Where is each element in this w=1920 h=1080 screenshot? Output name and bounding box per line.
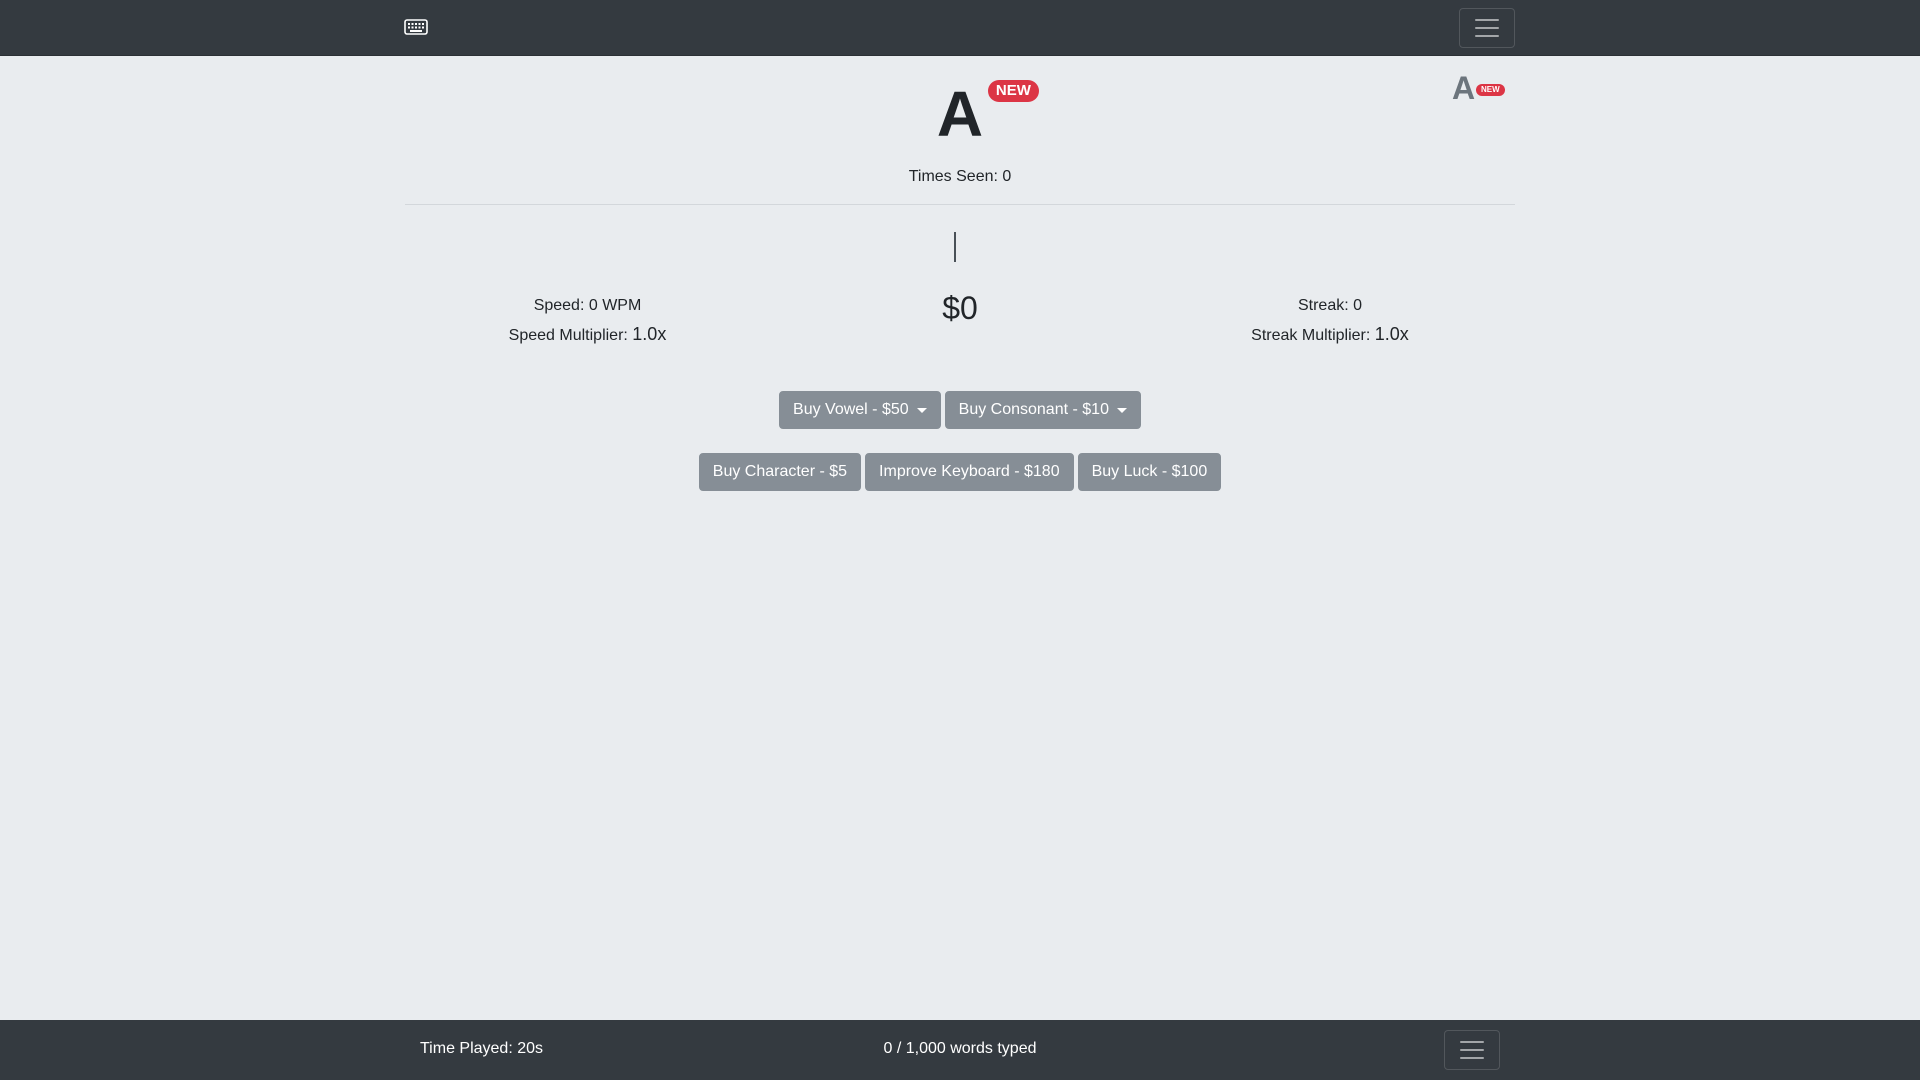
footer-toggle-button[interactable]: [1444, 1030, 1500, 1070]
navbar-toggle-button[interactable]: [1459, 8, 1515, 48]
corner-new-badge: NEW: [1476, 84, 1505, 96]
buy-luck-button[interactable]: Buy Luck - $100: [1077, 453, 1222, 491]
streak-multiplier-label: Streak Multiplier:: [1251, 327, 1371, 344]
speed-multiplier-label: Speed Multiplier:: [508, 327, 628, 344]
buy-vowel-label: Buy Vowel - $50: [793, 401, 909, 418]
corner-character: A: [1452, 70, 1476, 106]
hamburger-line: [1460, 1049, 1484, 1051]
times-seen-label: Times Seen: 0: [908, 168, 1012, 185]
hamburger-line: [1475, 35, 1499, 37]
buy-consonant-dropdown[interactable]: Buy Consonant - $10: [944, 391, 1141, 429]
keyboard-icon[interactable]: [404, 18, 428, 36]
caret-down-icon: [1116, 407, 1127, 413]
buy-character-button[interactable]: Buy Character - $5: [698, 453, 862, 491]
buy-vowel-dropdown[interactable]: Buy Vowel - $50: [779, 391, 941, 429]
improve-keyboard-button[interactable]: Improve Keyboard - $180: [865, 453, 1074, 491]
divider: [405, 204, 1515, 205]
footer-bar: Time Played: 20s 0 / 1,000 words typed: [0, 1020, 1920, 1080]
buy-consonant-label: Buy Consonant - $10: [958, 401, 1109, 418]
hamburger-line: [1460, 1057, 1484, 1059]
shop-row-buttons: Buy Character - $5 Improve Keyboard - $1…: [405, 453, 1515, 491]
shop-row-dropdowns: Buy Vowel - $50 Buy Consonant - $10: [405, 391, 1515, 429]
hamburger-line: [1475, 27, 1499, 29]
streak-multiplier: Streak Multiplier: 1.0x: [1145, 320, 1515, 350]
corner-character-indicator: A NEW: [1448, 70, 1508, 110]
current-character-display: A NEW: [405, 80, 1515, 146]
character-letter: A: [936, 78, 984, 150]
streak-stats: Streak: 0 Streak Multiplier: 1.0x: [1145, 292, 1515, 350]
caret-down-icon: [916, 407, 927, 413]
top-navbar: [0, 0, 1920, 56]
hamburger-menu-icon: [1475, 19, 1499, 21]
words-typed-progress: 0 / 1,000 words typed: [883, 1040, 1037, 1057]
new-badge: NEW: [987, 80, 1039, 102]
streak-multiplier-value: 1.0x: [1374, 324, 1409, 344]
hamburger-menu-icon: [1460, 1041, 1484, 1043]
typing-cursor[interactable]: [954, 232, 956, 262]
streak-label: Streak: 0: [1297, 297, 1363, 314]
current-character: A NEW: [937, 80, 1039, 146]
